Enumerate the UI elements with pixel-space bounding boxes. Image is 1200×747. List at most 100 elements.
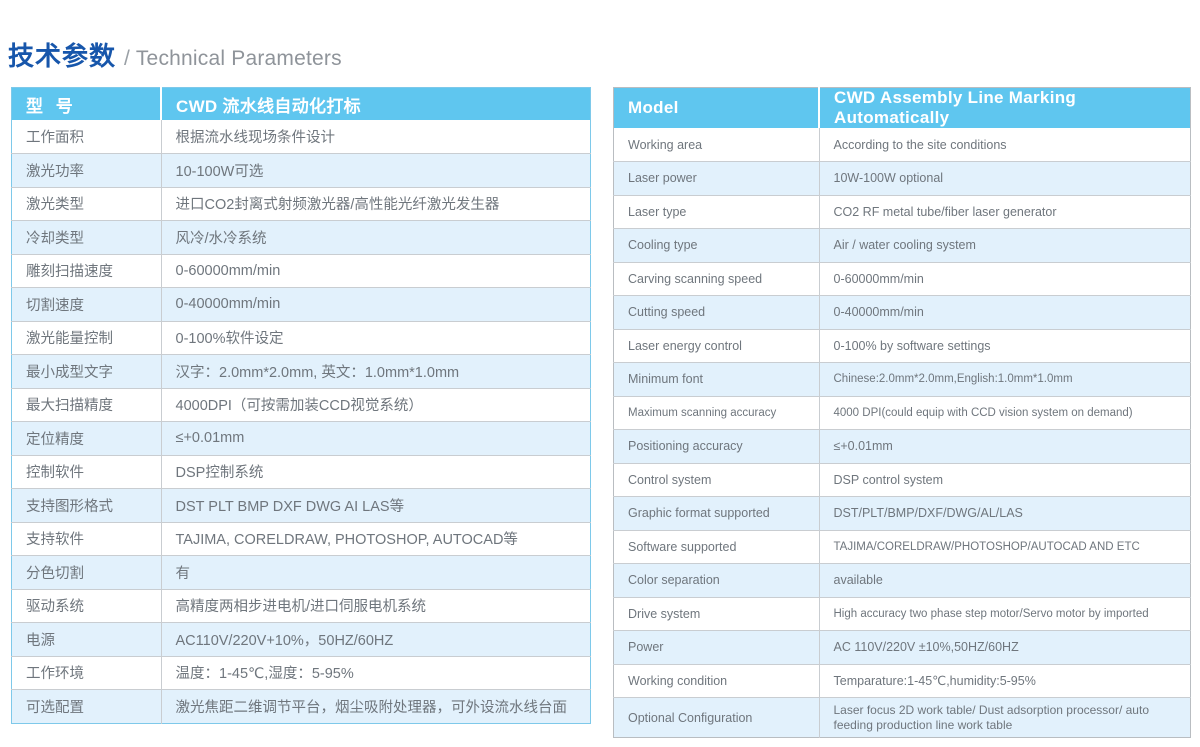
table-row: Cooling type Air / water cooling system bbox=[613, 228, 1191, 263]
table-row: Power AC 110V/220V ±10%,50HZ/60HZ bbox=[613, 630, 1191, 665]
table-cell-value: High accuracy two phase step motor/Servo… bbox=[819, 597, 1191, 631]
header-cell-model-key: 型 号 bbox=[11, 87, 161, 120]
spec-table-chinese: 型 号 CWD 流水线自动化打标 工作面积 根据流水线现场条件设计 激光功率 10-1… bbox=[11, 87, 591, 724]
table-cell-key: 激光功率 bbox=[11, 153, 162, 188]
header-cell-model-key: Model bbox=[613, 87, 819, 128]
table-row: Laser type CO2 RF metal tube/fiber laser … bbox=[613, 195, 1191, 229]
header-cell-model-value: CWD 流水线自动化打标 bbox=[160, 87, 591, 120]
table-cell-key: Optional Configuration bbox=[613, 697, 820, 738]
table-cell-key: Graphic format supported bbox=[613, 496, 820, 531]
table-cell-value: According to the site conditions bbox=[819, 128, 1191, 162]
table-cell-value: Air / water cooling system bbox=[819, 228, 1191, 263]
table-row: Laser energy control 0-100% by software s… bbox=[613, 329, 1191, 363]
page-title-en: Technical Parameters bbox=[135, 47, 342, 70]
table-cell-key: Power bbox=[613, 630, 820, 665]
table-cell-key: 定位精度 bbox=[11, 421, 162, 456]
table-header-row: Model CWD Assembly Line Marking Automati… bbox=[613, 87, 1191, 128]
spec-table-chinese-body: 工作面积 根据流水线现场条件设计 激光功率 10-100W可选 激光类型 进口CO2封离式… bbox=[11, 120, 591, 723]
table-cell-value: available bbox=[819, 563, 1191, 598]
table-cell-key: 最小成型文字 bbox=[11, 354, 162, 389]
spec-table-chinese-grid: 型 号 CWD 流水线自动化打标 工作面积 根据流水线现场条件设计 激光功率 10-1… bbox=[11, 87, 591, 724]
table-row: Graphic format supported DST/PLT/BMP/DXF/… bbox=[613, 496, 1191, 531]
table-row: Optional Configuration Laser focus 2D wor… bbox=[613, 697, 1191, 738]
table-cell-value: 0-100%软件设定 bbox=[161, 321, 591, 355]
table-cell-value: 风冷/水冷系统 bbox=[161, 220, 591, 255]
spec-table-english-body: Working area According to the site condit… bbox=[613, 128, 1191, 738]
table-cell-key: Drive system bbox=[613, 597, 820, 631]
table-cell-value: 10W-100W optional bbox=[819, 161, 1191, 196]
table-cell-key: 电源 bbox=[11, 622, 162, 657]
table-row: Color separation available bbox=[613, 563, 1191, 598]
table-cell-key: 最大扫描精度 bbox=[11, 388, 162, 422]
table-row: 最大扫描精度 4000DPI（可按需加装CCD视觉系统） bbox=[11, 388, 591, 422]
table-cell-key: Cooling type bbox=[613, 228, 820, 263]
table-cell-key: 冷却类型 bbox=[11, 220, 162, 255]
table-row: 驱动系统 高精度两相步进电机/进口伺服电机系统 bbox=[11, 589, 591, 623]
table-cell-key: Working area bbox=[613, 128, 820, 162]
table-cell-value: 0-60000mm/min bbox=[819, 262, 1191, 296]
table-cell-key: Minimum font bbox=[613, 362, 820, 397]
table-cell-key: Color separation bbox=[613, 563, 820, 598]
table-cell-key: Control system bbox=[613, 463, 820, 497]
table-cell-key: 支持图形格式 bbox=[11, 488, 162, 523]
table-row: 激光类型 进口CO2封离式射频激光器/高性能光纤激光发生器 bbox=[11, 187, 591, 221]
table-row: 支持软件 TAJIMA, CORELDRAW, PHOTOSHOP, AUTOCA… bbox=[11, 522, 591, 556]
table-row: 切割速度 0-40000mm/min bbox=[11, 287, 591, 322]
table-row: 支持图形格式 DST PLT BMP DXF DWG AI LAS等 bbox=[11, 488, 591, 523]
table-cell-value: 0-40000mm/min bbox=[819, 295, 1191, 330]
table-row: Positioning accuracy ≤+0.01mm bbox=[613, 429, 1191, 464]
table-row: 冷却类型 风冷/水冷系统 bbox=[11, 220, 591, 255]
spec-table-chinese-head: 型 号 CWD 流水线自动化打标 bbox=[11, 87, 591, 120]
table-row: Cutting speed 0-40000mm/min bbox=[613, 295, 1191, 330]
table-row: Working area According to the site condit… bbox=[613, 128, 1191, 162]
table-cell-key: 支持软件 bbox=[11, 522, 162, 556]
table-cell-key: Maximum scanning accuracy bbox=[613, 396, 820, 430]
table-cell-value: 激光焦距二维调节平台，烟尘吸附处理器，可外设流水线台面 bbox=[161, 689, 591, 723]
table-cell-value: DST PLT BMP DXF DWG AI LAS等 bbox=[161, 488, 591, 523]
table-cell-value: TAJIMA, CORELDRAW, PHOTOSHOP, AUTOCAD等 bbox=[161, 522, 591, 556]
table-row: Minimum font Chinese:2.0mm*2.0mm,English:… bbox=[613, 362, 1191, 397]
table-row: Software supported TAJIMA/CORELDRAW/PHOTO… bbox=[613, 530, 1191, 564]
table-cell-key: Laser power bbox=[613, 161, 820, 196]
table-header-row: 型 号 CWD 流水线自动化打标 bbox=[11, 87, 591, 120]
table-cell-value: CO2 RF metal tube/fiber laser generator bbox=[819, 195, 1191, 229]
table-cell-key: 工作环境 bbox=[11, 656, 162, 690]
table-cell-value: 有 bbox=[161, 555, 591, 590]
table-cell-value: DSP控制系统 bbox=[161, 455, 591, 489]
table-row: 控制软件 DSP控制系统 bbox=[11, 455, 591, 489]
table-row: Drive system High accuracy two phase step… bbox=[613, 597, 1191, 631]
table-row: 工作面积 根据流水线现场条件设计 bbox=[11, 120, 591, 154]
table-row: 可选配置 激光焦距二维调节平台，烟尘吸附处理器，可外设流水线台面 bbox=[11, 689, 591, 723]
table-row: Control system DSP control system bbox=[613, 463, 1191, 497]
table-cell-value: 高精度两相步进电机/进口伺服电机系统 bbox=[161, 589, 591, 623]
table-cell-value: Chinese:2.0mm*2.0mm,English:1.0mm*1.0mm bbox=[819, 362, 1191, 397]
spec-tables-container: 型 号 CWD 流水线自动化打标 工作面积 根据流水线现场条件设计 激光功率 10-1… bbox=[0, 87, 1200, 738]
table-row: 电源 AC110V/220V+10%，50HZ/60HZ bbox=[11, 622, 591, 657]
table-row: 分色切割有 bbox=[11, 555, 591, 590]
table-row: 激光功率 10-100W可选 bbox=[11, 153, 591, 188]
table-cell-value: 汉字：2.0mm*2.0mm, 英文：1.0mm*1.0mm bbox=[161, 354, 591, 389]
table-cell-value: 进口CO2封离式射频激光器/高性能光纤激光发生器 bbox=[161, 187, 591, 221]
table-cell-value: ≤+0.01mm bbox=[819, 429, 1191, 464]
table-row: Carving scanning speed 0-60000mm/min bbox=[613, 262, 1191, 296]
table-row: 激光能量控制 0-100%软件设定 bbox=[11, 321, 591, 355]
table-cell-value: 0-100% by software settings bbox=[819, 329, 1191, 363]
table-cell-value: 0-60000mm/min bbox=[161, 254, 591, 288]
table-cell-value: Laser focus 2D work table/ Dust adsorpti… bbox=[819, 697, 1191, 738]
table-cell-value: DST/PLT/BMP/DXF/DWG/AL/LAS bbox=[819, 496, 1191, 531]
table-cell-value: 根据流水线现场条件设计 bbox=[161, 120, 591, 154]
table-row: Working condition Temparature:1-45℃,humid… bbox=[613, 664, 1191, 698]
table-cell-value: 温度：1-45℃,湿度：5-95% bbox=[161, 656, 591, 690]
table-cell-key: Software supported bbox=[613, 530, 820, 564]
table-cell-key: Working condition bbox=[613, 664, 820, 698]
table-cell-value: AC110V/220V+10%，50HZ/60HZ bbox=[161, 622, 591, 657]
table-cell-key: 切割速度 bbox=[11, 287, 162, 322]
table-cell-key: 控制软件 bbox=[11, 455, 162, 489]
table-cell-value: AC 110V/220V ±10%,50HZ/60HZ bbox=[819, 630, 1191, 665]
table-row: 雕刻扫描速度 0-60000mm/min bbox=[11, 254, 591, 288]
table-cell-value: ≤+0.01mm bbox=[161, 421, 591, 456]
table-cell-key: 工作面积 bbox=[11, 120, 162, 154]
spec-table-english: Model CWD Assembly Line Marking Automati… bbox=[613, 87, 1191, 738]
table-row: 定位精度 ≤+0.01mm bbox=[11, 421, 591, 456]
table-cell-key: 可选配置 bbox=[11, 689, 162, 723]
